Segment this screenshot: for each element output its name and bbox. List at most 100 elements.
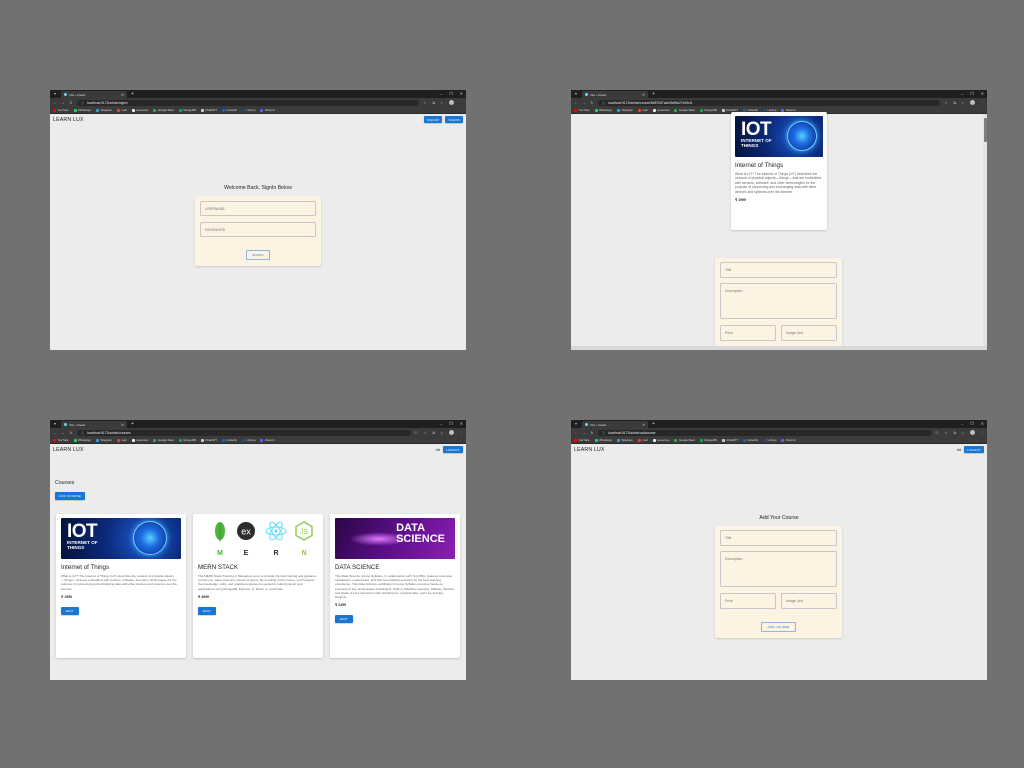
reload-icon[interactable]: ↻: [69, 431, 73, 435]
site-info-icon[interactable]: ⓘ: [602, 431, 605, 435]
bookmark-item[interactable]: LinkedIn: [742, 438, 758, 442]
forward-icon[interactable]: →: [61, 101, 65, 105]
bookmark-item[interactable]: resources: [131, 108, 148, 112]
forward-icon[interactable]: →: [582, 101, 586, 105]
forward-icon[interactable]: →: [582, 431, 586, 435]
reload-icon[interactable]: ↻: [590, 431, 594, 435]
image-link-input[interactable]: Image Link: [781, 325, 837, 341]
restore-icon[interactable]: ❐: [970, 421, 974, 426]
bookmark-item[interactable]: ChatGPT: [200, 438, 217, 442]
bookmark-item[interactable]: WhatsApp: [594, 438, 612, 442]
download-icon[interactable]: ⤓: [441, 431, 443, 435]
url-input[interactable]: ⓘ localhost:5173/admin/course/6687057adc…: [598, 99, 941, 106]
username-input[interactable]: USERNAME: [200, 201, 316, 216]
menu-icon[interactable]: ⋮: [460, 431, 464, 435]
close-window-icon[interactable]: ✕: [981, 91, 984, 96]
bookmark-item[interactable]: Google Meet: [153, 438, 174, 442]
scrollbar-thumb[interactable]: [983, 118, 987, 142]
profile-avatar[interactable]: [448, 430, 454, 435]
tab-search-icon[interactable]: ▾: [52, 421, 58, 427]
tab-search-icon[interactable]: ▾: [52, 91, 58, 97]
image-link-input[interactable]: Image Link: [781, 593, 837, 609]
close-window-icon[interactable]: ✕: [981, 421, 984, 426]
price-input[interactable]: Price: [720, 593, 776, 609]
download-icon[interactable]: ⤓: [441, 101, 443, 105]
bookmark-item[interactable]: Telegram: [616, 438, 633, 442]
add-course-submit-button[interactable]: ADD COURSE: [761, 621, 796, 633]
forward-icon[interactable]: →: [61, 431, 65, 435]
bookmark-item[interactable]: Unstop: [242, 438, 255, 442]
bookmark-item[interactable]: mail: [637, 108, 648, 112]
bookmark-item[interactable]: Telegram: [616, 108, 633, 112]
description-input[interactable]: Description: [720, 551, 837, 587]
url-input[interactable]: ⓘ localhost:5173/admin/courses: [77, 429, 411, 436]
back-icon[interactable]: ←: [53, 431, 57, 435]
bookmark-item[interactable]: LinkedIn: [221, 108, 237, 112]
bookmark-item[interactable]: Telegram: [95, 108, 112, 112]
minimize-icon[interactable]: –: [440, 91, 442, 96]
bookmark-item[interactable]: WhatsApp: [73, 438, 91, 442]
profile-avatar[interactable]: [969, 100, 975, 105]
logout-button[interactable]: LOGOUT: [443, 446, 463, 453]
star-icon[interactable]: ☆: [944, 431, 947, 435]
add-course-button[interactable]: ADD COURSE: [55, 492, 86, 501]
edit-course-button[interactable]: EDIT: [198, 606, 216, 615]
tab-search-icon[interactable]: ▾: [573, 91, 579, 97]
bookmark-item[interactable]: Google Meet: [674, 108, 695, 112]
url-input[interactable]: ⓘ localhost:5173/admin/addcourse: [598, 429, 932, 436]
edit-course-button[interactable]: EDIT: [335, 615, 353, 624]
vertical-scrollbar[interactable]: [983, 114, 987, 346]
tab-close-icon[interactable]: ✕: [642, 423, 645, 427]
site-info-icon[interactable]: ⓘ: [81, 431, 84, 435]
restore-icon[interactable]: ❐: [449, 421, 453, 426]
title-input[interactable]: Title: [720, 530, 837, 546]
browser-tab[interactable]: Vite + React ✕: [582, 91, 648, 98]
browser-tab[interactable]: Vite + React ✕: [61, 421, 127, 428]
bookmark-item[interactable]: MongoDB: [699, 108, 717, 112]
bookmark-item[interactable]: MongoDB: [178, 438, 196, 442]
star-icon[interactable]: ☆: [423, 101, 426, 105]
password-key-icon[interactable]: ⚿: [936, 431, 939, 435]
bookmark-item[interactable]: mail: [116, 108, 127, 112]
extensions-icon[interactable]: ⧉: [432, 431, 435, 435]
new-tab-icon[interactable]: +: [652, 91, 655, 97]
menu-icon[interactable]: ⋮: [981, 101, 985, 105]
bookmark-item[interactable]: ChatGPT: [200, 108, 217, 112]
download-icon[interactable]: ⤓: [962, 101, 964, 105]
bookmark-item[interactable]: WhatsApp: [594, 108, 612, 112]
description-input[interactable]: Description: [720, 283, 837, 319]
site-info-icon[interactable]: ⓘ: [602, 101, 605, 105]
horizontal-scrollbar[interactable]: [571, 346, 987, 350]
logout-button[interactable]: LOGOUT: [964, 446, 984, 453]
reload-icon[interactable]: ↻: [69, 101, 73, 105]
bookmark-item[interactable]: Discord: [260, 438, 274, 442]
bookmark-item[interactable]: YouTube: [53, 438, 69, 442]
price-input[interactable]: Price: [720, 325, 776, 341]
extensions-icon[interactable]: ⧉: [953, 101, 956, 105]
bookmark-item[interactable]: YouTube: [574, 108, 590, 112]
restore-icon[interactable]: ❐: [449, 91, 453, 96]
new-tab-icon[interactable]: +: [652, 421, 655, 427]
reload-icon[interactable]: ↻: [590, 101, 594, 105]
site-info-icon[interactable]: ⓘ: [81, 101, 84, 105]
close-window-icon[interactable]: ✕: [460, 421, 463, 426]
bookmark-item[interactable]: Google Meet: [674, 438, 695, 442]
profile-avatar[interactable]: [969, 430, 975, 435]
menu-icon[interactable]: ⋮: [460, 101, 464, 105]
minimize-icon[interactable]: –: [961, 421, 963, 426]
new-tab-icon[interactable]: +: [131, 91, 134, 97]
back-icon[interactable]: ←: [574, 101, 578, 105]
back-icon[interactable]: ←: [53, 101, 57, 105]
back-icon[interactable]: ←: [574, 431, 578, 435]
bookmark-item[interactable]: Unstop: [763, 438, 776, 442]
star-icon[interactable]: ☆: [423, 431, 426, 435]
bookmark-item[interactable]: mail: [637, 438, 648, 442]
bookmark-item[interactable]: LinkedIn: [221, 438, 237, 442]
password-key-icon[interactable]: ⚿: [415, 431, 418, 435]
tab-close-icon[interactable]: ✕: [121, 423, 124, 427]
bookmark-item[interactable]: resources: [652, 438, 669, 442]
bookmark-item[interactable]: YouTube: [53, 108, 69, 112]
url-input[interactable]: ⓘ localhost:5173/admin/signin: [77, 99, 420, 106]
tab-close-icon[interactable]: ✕: [121, 93, 124, 97]
title-input[interactable]: Title: [720, 262, 837, 278]
